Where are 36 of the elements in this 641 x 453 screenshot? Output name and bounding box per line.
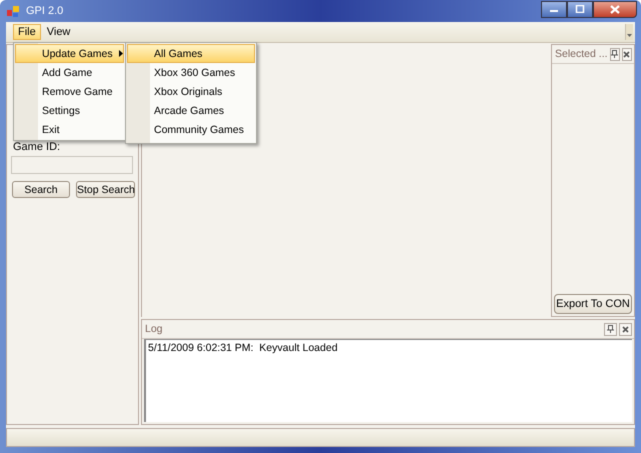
app-icon xyxy=(6,4,20,18)
menu-item[interactable]: Remove Game xyxy=(15,82,124,101)
window-title: GPI 2.0 xyxy=(26,5,64,17)
close-icon xyxy=(623,50,630,58)
search-button[interactable]: Search xyxy=(12,181,70,198)
game-id-label: Game ID: xyxy=(12,141,62,154)
overflow-icon[interactable] xyxy=(625,24,633,40)
menu-item[interactable]: Xbox 360 Games xyxy=(127,63,255,82)
maximize-button[interactable] xyxy=(567,0,593,18)
close-panel-button[interactable] xyxy=(622,48,632,60)
menu-item[interactable]: File xyxy=(13,24,41,40)
pin-icon xyxy=(607,325,614,333)
game-id-field[interactable] xyxy=(11,156,133,174)
log-line: 5/11/2009 6:02:31 PM: Keyvault Loaded xyxy=(148,342,339,354)
menu-item[interactable]: Exit xyxy=(15,120,124,139)
search-button[interactable]: Stop Search xyxy=(76,181,135,198)
close-icon xyxy=(622,326,629,332)
maximize-icon xyxy=(575,5,585,13)
minimize-button[interactable] xyxy=(541,0,567,18)
menu-item[interactable]: Settings xyxy=(15,101,124,120)
menu-item[interactable]: Arcade Games xyxy=(127,101,255,120)
export-button[interactable]: Export To CON xyxy=(554,294,632,314)
close-panel-button[interactable] xyxy=(619,322,632,336)
pin-icon xyxy=(611,50,618,58)
menu-item[interactable]: Update Games xyxy=(15,44,124,63)
pin-button[interactable] xyxy=(610,48,620,60)
menu-item[interactable]: Add Game xyxy=(15,63,124,82)
menu-item[interactable]: All Games xyxy=(127,44,255,63)
menu-item[interactable]: Xbox Originals xyxy=(127,82,255,101)
panel-title: Log xyxy=(145,323,163,335)
menu-item[interactable]: Community Games xyxy=(127,120,255,139)
menu-item[interactable]: View xyxy=(42,24,76,40)
close-icon xyxy=(609,4,621,14)
close-button[interactable] xyxy=(593,0,637,18)
pin-button[interactable] xyxy=(604,322,617,336)
panel-title: Selected ... xyxy=(555,48,608,60)
